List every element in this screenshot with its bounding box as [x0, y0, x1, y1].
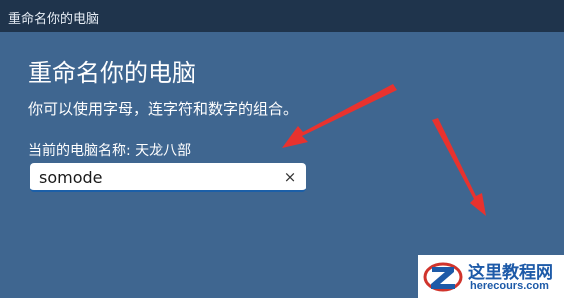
site-watermark: 这里教程网 herecours.com — [418, 255, 564, 298]
watermark-url: herecours.com — [470, 280, 549, 292]
annotation-arrows — [282, 84, 486, 216]
rename-pc-dialog: 重命名你的电脑 重命名你的电脑 你可以使用字母，连字符和数字的组合。 当前的电脑… — [0, 0, 564, 298]
watermark-logo-icon — [423, 262, 463, 292]
annotation-arrow-left — [282, 84, 397, 148]
annotation-arrow-right — [432, 118, 486, 216]
